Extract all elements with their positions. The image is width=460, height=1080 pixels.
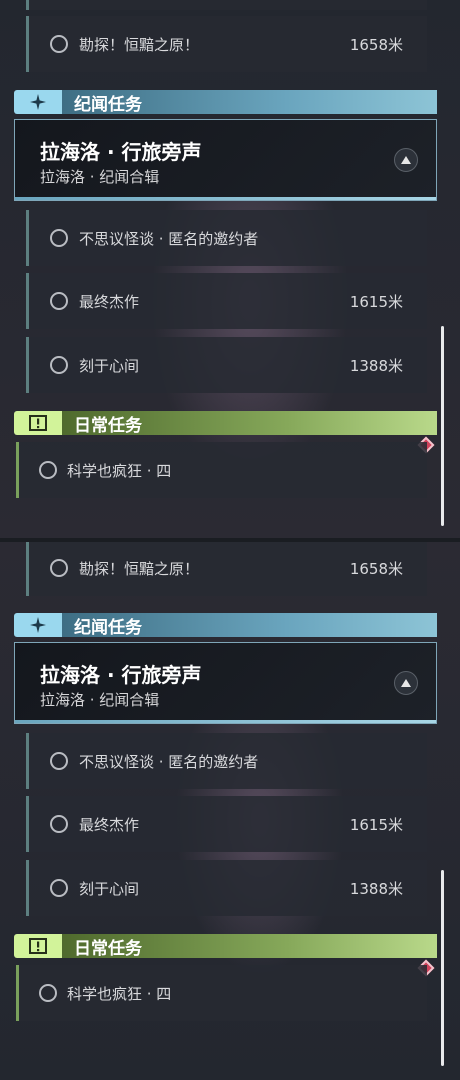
quest-item-explore[interactable]: 勘探！恒黯之原！ 1658米 — [26, 540, 427, 596]
quest-distance: 1388米 — [349, 879, 403, 898]
quest-list-panel-1: 勘探！恒黯之原！ 1658米 纪闻任务 拉海洛 · 行旅旁声 拉海洛 · 纪闻合… — [0, 0, 460, 540]
quest-item-story-2[interactable]: 最终杰作 1615米 — [26, 796, 427, 852]
quest-distance: 1658米 — [349, 35, 403, 54]
story-group-subtitle: 拉海洛 · 纪闻合辑 — [40, 691, 160, 709]
circle-icon — [50, 559, 68, 577]
quest-item-story-2[interactable]: 最终杰作 1615米 — [26, 273, 427, 329]
scrollbar-thumb[interactable] — [441, 326, 444, 526]
circle-icon — [50, 229, 68, 247]
list-item-edge — [26, 0, 427, 10]
quest-label: 勘探！恒黯之原！ — [79, 559, 200, 578]
card-accent-line — [15, 197, 436, 200]
quest-label: 最终杰作 — [79, 815, 140, 834]
quest-item-daily-1[interactable]: 科学也疯狂 · 四 — [16, 442, 427, 498]
quest-label: 科学也疯狂 · 四 — [67, 984, 172, 1003]
circle-icon — [50, 752, 68, 770]
quest-distance: 1615米 — [349, 292, 403, 311]
circle-icon — [50, 815, 68, 833]
exclamation-box-icon — [14, 934, 62, 958]
circle-icon — [50, 35, 68, 53]
section-header-story[interactable]: 纪闻任务 — [14, 612, 437, 638]
quest-item-story-3[interactable]: 刻于心间 1388米 — [26, 337, 427, 393]
sparkle-icon — [14, 90, 62, 114]
story-group-card[interactable]: 拉海洛 · 行旅旁声 拉海洛 · 纪闻合辑 — [14, 642, 437, 724]
exclamation-box-icon — [14, 411, 62, 435]
sparkle-icon — [14, 613, 62, 637]
chevron-up-icon[interactable] — [394, 148, 418, 172]
quest-label: 刻于心间 — [79, 879, 140, 898]
quest-item-story-1[interactable]: 不思议怪谈 · 匿名的邀约者 — [26, 733, 427, 789]
quest-list-panel-2: 勘探！恒黯之原！ 1658米 纪闻任务 拉海洛 · 行旅旁声 拉海洛 · 纪闻合… — [0, 540, 460, 1080]
quest-label: 科学也疯狂 · 四 — [67, 461, 172, 480]
circle-icon — [50, 356, 68, 374]
chevron-up-icon[interactable] — [394, 671, 418, 695]
circle-icon — [39, 984, 57, 1002]
circle-icon — [50, 292, 68, 310]
quest-label: 不思议怪谈 · 匿名的邀约者 — [79, 752, 259, 771]
quest-label: 不思议怪谈 · 匿名的邀约者 — [79, 229, 259, 248]
circle-icon — [39, 461, 57, 479]
card-accent-line — [15, 720, 436, 723]
quest-item-explore[interactable]: 勘探！恒黯之原！ 1658米 — [26, 16, 427, 72]
section-title: 纪闻任务 — [74, 617, 142, 638]
quest-distance: 1658米 — [349, 559, 403, 578]
story-group-title: 拉海洛 · 行旅旁声 — [40, 140, 202, 164]
section-title: 日常任务 — [74, 415, 142, 436]
quest-item-story-1[interactable]: 不思议怪谈 · 匿名的邀约者 — [26, 210, 427, 266]
section-title: 纪闻任务 — [74, 94, 142, 115]
story-group-subtitle: 拉海洛 · 纪闻合辑 — [40, 168, 160, 186]
section-header-daily[interactable]: 日常任务 — [14, 410, 437, 436]
quest-distance: 1615米 — [349, 815, 403, 834]
quest-distance: 1388米 — [349, 356, 403, 375]
panel-divider — [0, 538, 460, 542]
story-group-title: 拉海洛 · 行旅旁声 — [40, 663, 202, 687]
quest-label: 勘探！恒黯之原！ — [79, 35, 200, 54]
section-title: 日常任务 — [74, 938, 142, 959]
quest-item-story-3[interactable]: 刻于心间 1388米 — [26, 860, 427, 916]
circle-icon — [50, 879, 68, 897]
quest-item-daily-1[interactable]: 科学也疯狂 · 四 — [16, 965, 427, 1021]
section-header-story[interactable]: 纪闻任务 — [14, 89, 437, 115]
story-group-card[interactable]: 拉海洛 · 行旅旁声 拉海洛 · 纪闻合辑 — [14, 119, 437, 201]
section-header-daily[interactable]: 日常任务 — [14, 933, 437, 959]
quest-label: 最终杰作 — [79, 292, 140, 311]
scrollbar-thumb[interactable] — [441, 870, 444, 1066]
quest-label: 刻于心间 — [79, 356, 140, 375]
